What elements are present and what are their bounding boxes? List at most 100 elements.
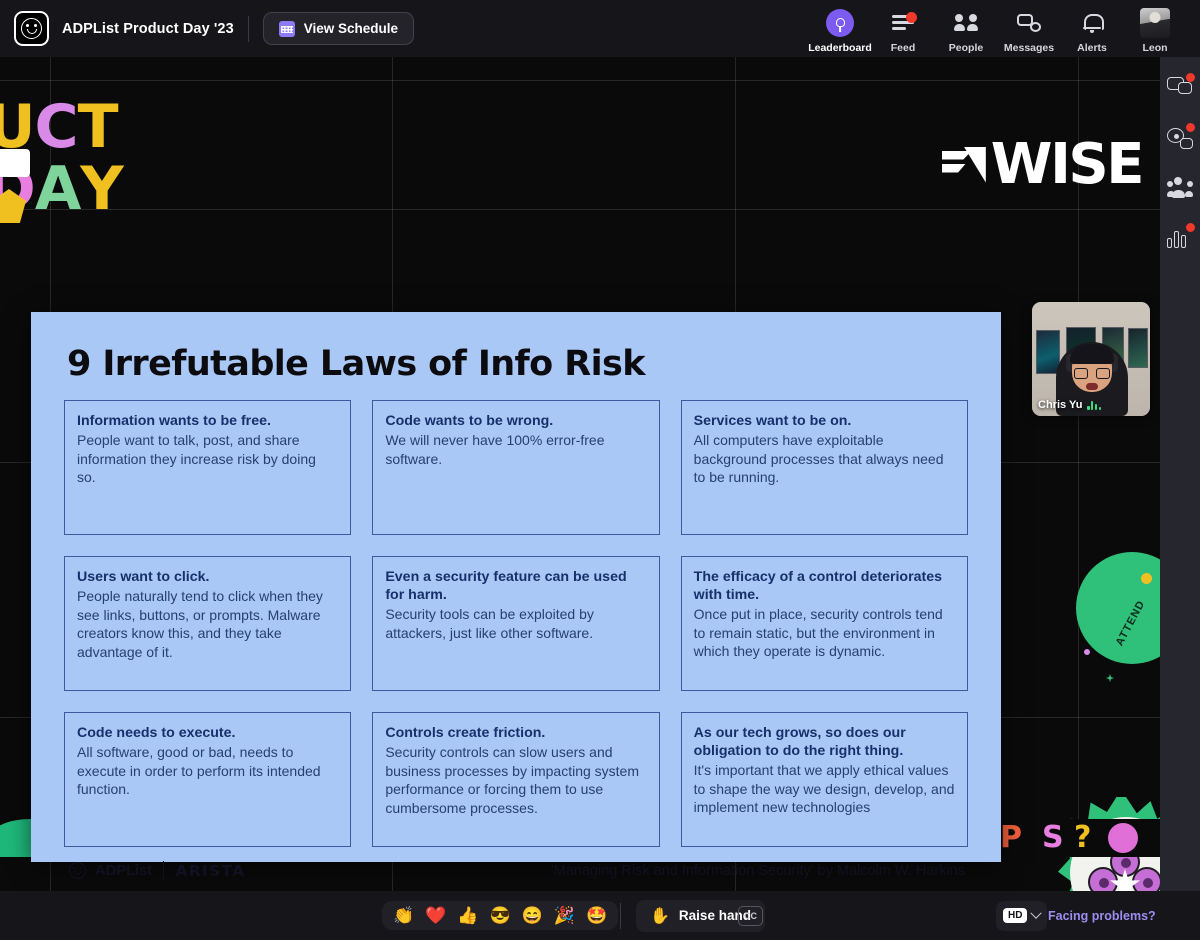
event-title: ADPList Product Day '23 xyxy=(62,20,234,37)
law-card: Controls create friction. Security contr… xyxy=(372,712,660,847)
law-body: All software, good or bad, needs to exec… xyxy=(77,744,321,798)
reaction-cool[interactable]: 😎 xyxy=(487,905,514,926)
law-card: Even a security feature can be used for … xyxy=(372,556,660,691)
speaker-hair xyxy=(1070,344,1114,364)
nav-item-alerts[interactable]: Alerts xyxy=(1063,4,1121,54)
captions-button[interactable]: CC xyxy=(738,905,763,926)
messages-icon xyxy=(1017,13,1041,32)
reaction-heart[interactable]: ❤️ xyxy=(422,905,449,926)
sidebar-qa-button[interactable] xyxy=(1167,123,1195,151)
bottom-toolbar: 👏 ❤️ 👍 😎 😄 🎉 🤩 ✋ Raise hand CC HD Facing… xyxy=(0,891,1200,940)
law-heading: Information wants to be free. xyxy=(77,413,271,429)
background-sticker xyxy=(0,149,30,177)
grid-line xyxy=(0,80,1160,81)
grid-line xyxy=(0,209,1160,210)
reaction-thumbs-up[interactable]: 👍 xyxy=(454,905,481,926)
sidebar-polls-button[interactable] xyxy=(1167,223,1195,251)
law-heading: Services want to be on. xyxy=(693,413,852,429)
smiley-face-icon xyxy=(69,862,86,879)
law-card: Users want to click. People naturally te… xyxy=(64,556,352,691)
sidebar-people-button[interactable] xyxy=(1167,175,1193,201)
reaction-wow[interactable]: 🤩 xyxy=(583,905,610,926)
slide-attribution: 'Managing Risk and Information Security'… xyxy=(550,862,965,879)
law-heading: As our tech grows, so does our obligatio… xyxy=(693,725,906,760)
slide-footer-brand: ADPList xyxy=(69,862,152,879)
quality-label: HD xyxy=(1003,908,1028,923)
nav-item-feed[interactable]: Feed xyxy=(874,4,932,54)
sidebar-chat-button[interactable] xyxy=(1167,73,1195,101)
collage-circle xyxy=(1108,823,1138,853)
nav-label-profile: Leon xyxy=(1142,41,1168,54)
divider xyxy=(620,902,621,929)
law-card: Code needs to execute. All software, goo… xyxy=(64,712,352,847)
glasses-icon xyxy=(1074,368,1110,379)
background-sparkle xyxy=(1106,674,1114,682)
collage-letter: S xyxy=(1042,820,1064,855)
top-nav-items: Leaderboard Feed People Messages Alerts xyxy=(808,4,1186,54)
facing-problems-link[interactable]: Facing problems? xyxy=(1048,909,1156,923)
view-schedule-button[interactable]: View Schedule xyxy=(262,12,415,45)
law-heading: Code wants to be wrong. xyxy=(385,413,554,429)
speaker-name: Chris Yu xyxy=(1038,399,1083,411)
smiley-face-icon xyxy=(21,18,42,39)
speaker-name-overlay: Chris Yu xyxy=(1038,399,1101,411)
law-heading: The efficacy of a control deteriorates w… xyxy=(693,569,943,604)
law-heading: Controls create friction. xyxy=(385,725,546,741)
captions-label: CC xyxy=(744,910,757,921)
speaking-bars-icon xyxy=(1087,400,1101,410)
right-sidebar xyxy=(1160,57,1200,891)
background-dot xyxy=(1084,649,1090,655)
sponsor-logo-wise: WISE xyxy=(942,132,1145,197)
law-body: People want to talk, post, and share inf… xyxy=(77,432,316,486)
divider xyxy=(162,861,165,880)
nav-item-messages[interactable]: Messages xyxy=(1000,4,1058,54)
collage-letter: P xyxy=(1000,820,1022,855)
divider xyxy=(247,15,249,42)
reactions-tray: 👏 ❤️ 👍 😎 😄 🎉 🤩 xyxy=(382,901,619,930)
bell-icon xyxy=(1083,13,1104,33)
slide-partner-label: ARISTA xyxy=(175,861,246,880)
nav-label-feed: Feed xyxy=(890,41,916,54)
slide-title: 9 Irrefutable Laws of Info Risk xyxy=(67,344,645,384)
presentation-slide: 9 Irrefutable Laws of Info Risk Informat… xyxy=(31,312,1001,880)
badge-attend: ATTEND xyxy=(1076,552,1160,664)
law-card: Information wants to be free. People wan… xyxy=(64,400,352,535)
trophy-icon xyxy=(826,8,854,37)
people-group-icon xyxy=(1167,175,1193,201)
nav-item-profile[interactable]: Leon xyxy=(1126,4,1184,54)
sponsor-logo-text: WISE xyxy=(990,132,1145,197)
nav-label-messages: Messages xyxy=(1003,41,1055,54)
nav-label-alerts: Alerts xyxy=(1077,41,1107,54)
presentation-stage: DUCT DAY WISE ATTEND NETWORK WORLDWIDE R… xyxy=(0,57,1160,891)
law-card: Services want to be on. All computers ha… xyxy=(680,400,968,535)
nav-label-leaderboard: Leaderboard xyxy=(808,41,872,54)
reaction-clap[interactable]: 👏 xyxy=(390,905,417,926)
law-body: It's important that we apply ethical val… xyxy=(693,762,955,816)
law-card: As our tech grows, so does our obligatio… xyxy=(680,712,968,847)
speaker-video-tile[interactable]: Chris Yu xyxy=(1032,302,1150,416)
adplist-logo[interactable] xyxy=(14,11,49,46)
badge-dot xyxy=(1141,573,1152,584)
slide-footer: ADPList ARISTA 'Managing Risk and Inform… xyxy=(69,861,965,880)
law-heading: Users want to click. xyxy=(77,569,210,585)
hand-icon: ✋ xyxy=(650,907,670,925)
reaction-laugh[interactable]: 😄 xyxy=(519,905,546,926)
notification-badge xyxy=(1186,73,1195,82)
reaction-party[interactable]: 🎉 xyxy=(551,905,578,926)
laws-grid: Information wants to be free. People wan… xyxy=(59,400,973,847)
law-card: The efficacy of a control deteriorates w… xyxy=(680,556,968,691)
notification-badge xyxy=(1186,223,1195,232)
chevron-down-icon xyxy=(1030,907,1043,919)
wall-art xyxy=(1128,328,1148,368)
video-quality-selector[interactable]: HD xyxy=(996,900,1048,931)
law-body: Once put in place, security controls ten… xyxy=(693,606,943,660)
nav-item-people[interactable]: People xyxy=(937,4,995,54)
slide-brand-label: ADPList xyxy=(95,862,152,879)
notification-badge xyxy=(1186,123,1195,132)
avatar xyxy=(1140,7,1170,38)
law-heading: Code needs to execute. xyxy=(77,725,236,741)
law-body: We will never have 100% error-free softw… xyxy=(385,432,605,467)
collage-letter: ? xyxy=(1074,820,1092,855)
brand: ADPList Product Day '23 xyxy=(14,11,234,46)
nav-item-leaderboard[interactable]: Leaderboard xyxy=(808,4,872,54)
